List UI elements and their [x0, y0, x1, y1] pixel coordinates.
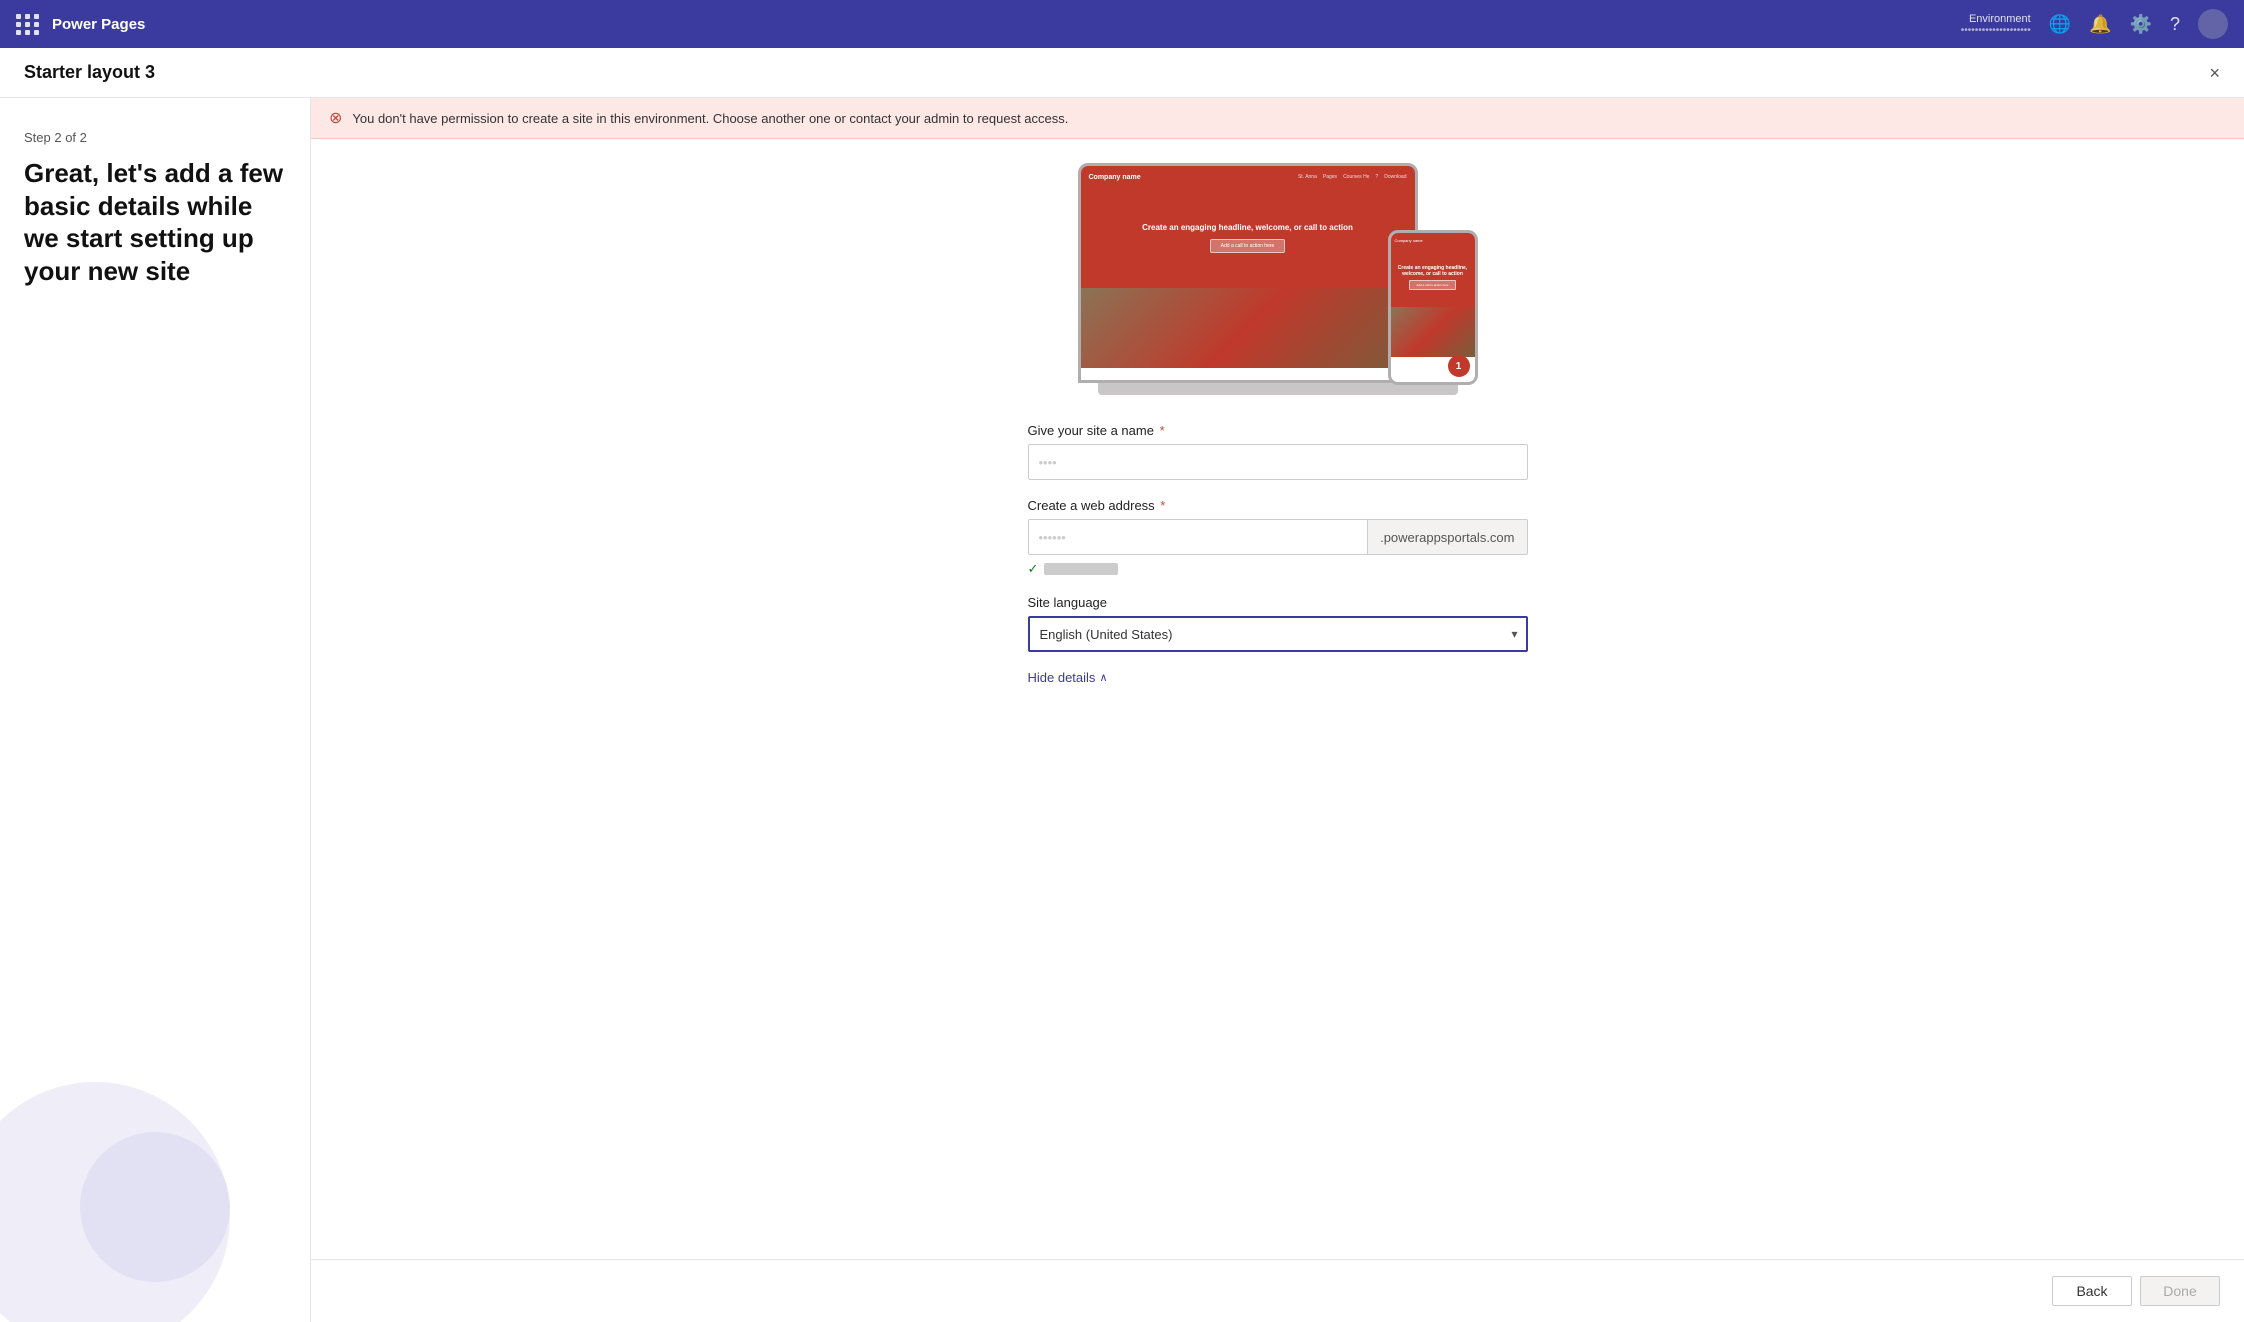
- gear-icon[interactable]: ⚙️: [2130, 14, 2152, 35]
- done-button[interactable]: Done: [2140, 1276, 2220, 1306]
- hide-details-label: Hide details: [1028, 670, 1096, 685]
- left-panel: Step 2 of 2 Great, let's add a few basic…: [0, 98, 310, 1322]
- site-language-label: Site language: [1028, 595, 1528, 610]
- footer: Back Done: [311, 1259, 2244, 1322]
- laptop-screen: Company name St. Anna Pages Courses He ?…: [1081, 166, 1415, 380]
- page-title: Starter layout 3: [24, 62, 155, 83]
- laptop-image-area: [1081, 288, 1415, 368]
- url-check-row: ✓: [1028, 561, 1528, 577]
- hide-details-button[interactable]: Hide details ∧: [1028, 670, 1108, 685]
- step-heading: Great, let's add a few basic details whi…: [24, 157, 286, 287]
- phone-hero: Create an engaging headline, welcome, or…: [1391, 247, 1475, 307]
- help-icon[interactable]: ?: [2170, 14, 2180, 35]
- content-area: Company name St. Anna Pages Courses He ?…: [311, 139, 2244, 1259]
- close-button[interactable]: ×: [2209, 64, 2220, 82]
- laptop-nav-link-1: St. Anna: [1298, 174, 1317, 180]
- laptop-hero: Create an engaging headline, welcome, or…: [1081, 188, 1415, 288]
- phone-mockup: Company name Create an engaging headline…: [1388, 230, 1478, 385]
- web-address-row: .powerappsportals.com: [1028, 519, 1528, 555]
- laptop-logo: Company name: [1089, 174, 1141, 181]
- required-star-addr: *: [1157, 498, 1166, 513]
- site-name-group: Give your site a name *: [1028, 423, 1528, 480]
- language-select-wrapper: English (United States) French (France) …: [1028, 616, 1528, 652]
- laptop-mockup: Company name St. Anna Pages Courses He ?…: [1078, 163, 1418, 383]
- laptop-navbar: Company name St. Anna Pages Courses He ?…: [1081, 166, 1415, 188]
- site-name-label: Give your site a name *: [1028, 423, 1528, 438]
- laptop-hero-btn: Add a call to action here: [1210, 239, 1286, 253]
- site-name-input[interactable]: [1028, 444, 1528, 480]
- check-icon: ✓: [1028, 561, 1039, 577]
- error-banner: ⊗ You don't have permission to create a …: [311, 98, 2244, 139]
- avatar-icon[interactable]: [2198, 9, 2228, 39]
- laptop-nav-links: St. Anna Pages Courses He ? Download: [1298, 174, 1407, 180]
- title-bar: Starter layout 3 ×: [0, 48, 2244, 98]
- site-language-group: Site language English (United States) Fr…: [1028, 595, 1528, 652]
- decoration-circle-2: [80, 1132, 230, 1282]
- required-star-name: *: [1156, 423, 1165, 438]
- site-language-select[interactable]: English (United States) French (France) …: [1028, 616, 1528, 652]
- phone-navbar: Company name: [1391, 233, 1475, 247]
- phone-hero-btn: Add a call to action here: [1409, 280, 1455, 290]
- top-navigation: Power Pages Environment ••••••••••••••••…: [0, 0, 2244, 48]
- url-check-text: [1044, 563, 1117, 575]
- laptop-nav-link-3: Courses He: [1343, 174, 1369, 180]
- back-button[interactable]: Back: [2052, 1276, 2132, 1306]
- phone-nav-text: Company name: [1395, 238, 1423, 243]
- error-message: You don't have permission to create a si…: [352, 111, 1068, 126]
- web-address-suffix: .powerappsportals.com: [1367, 520, 1526, 554]
- environment-sub: ••••••••••••••••••••: [1961, 25, 2031, 36]
- app-name: Power Pages: [52, 16, 145, 33]
- web-address-input[interactable]: [1029, 520, 1368, 554]
- web-address-group: Create a web address * .powerappsportals…: [1028, 498, 1528, 577]
- phone-badge: 1: [1448, 355, 1470, 377]
- bell-icon[interactable]: 🔔: [2089, 14, 2111, 35]
- chevron-up-icon: ∧: [1099, 671, 1107, 684]
- laptop-nav-link-4: ?: [1375, 174, 1378, 180]
- laptop-hero-title: Create an engaging headline, welcome, or…: [1142, 223, 1353, 233]
- web-address-label: Create a web address *: [1028, 498, 1528, 513]
- laptop-nav-link-5: Download: [1384, 174, 1406, 180]
- laptop-nav-link-2: Pages: [1323, 174, 1337, 180]
- main-layout: Step 2 of 2 Great, let's add a few basic…: [0, 98, 2244, 1322]
- error-icon: ⊗: [329, 108, 342, 128]
- waffle-icon[interactable]: [16, 14, 40, 35]
- step-label: Step 2 of 2: [24, 130, 286, 145]
- preview-container: Company name St. Anna Pages Courses He ?…: [1078, 163, 1478, 395]
- phone-image-area: [1391, 307, 1475, 357]
- globe-icon[interactable]: 🌐: [2049, 14, 2071, 35]
- right-panel: ⊗ You don't have permission to create a …: [310, 98, 2244, 1322]
- environment-info: Environment ••••••••••••••••••••: [1961, 13, 2031, 36]
- form-area: Give your site a name * Create a web add…: [1028, 423, 1528, 685]
- phone-hero-title: Create an engaging headline, welcome, or…: [1395, 265, 1471, 277]
- environment-label: Environment: [1969, 13, 2031, 25]
